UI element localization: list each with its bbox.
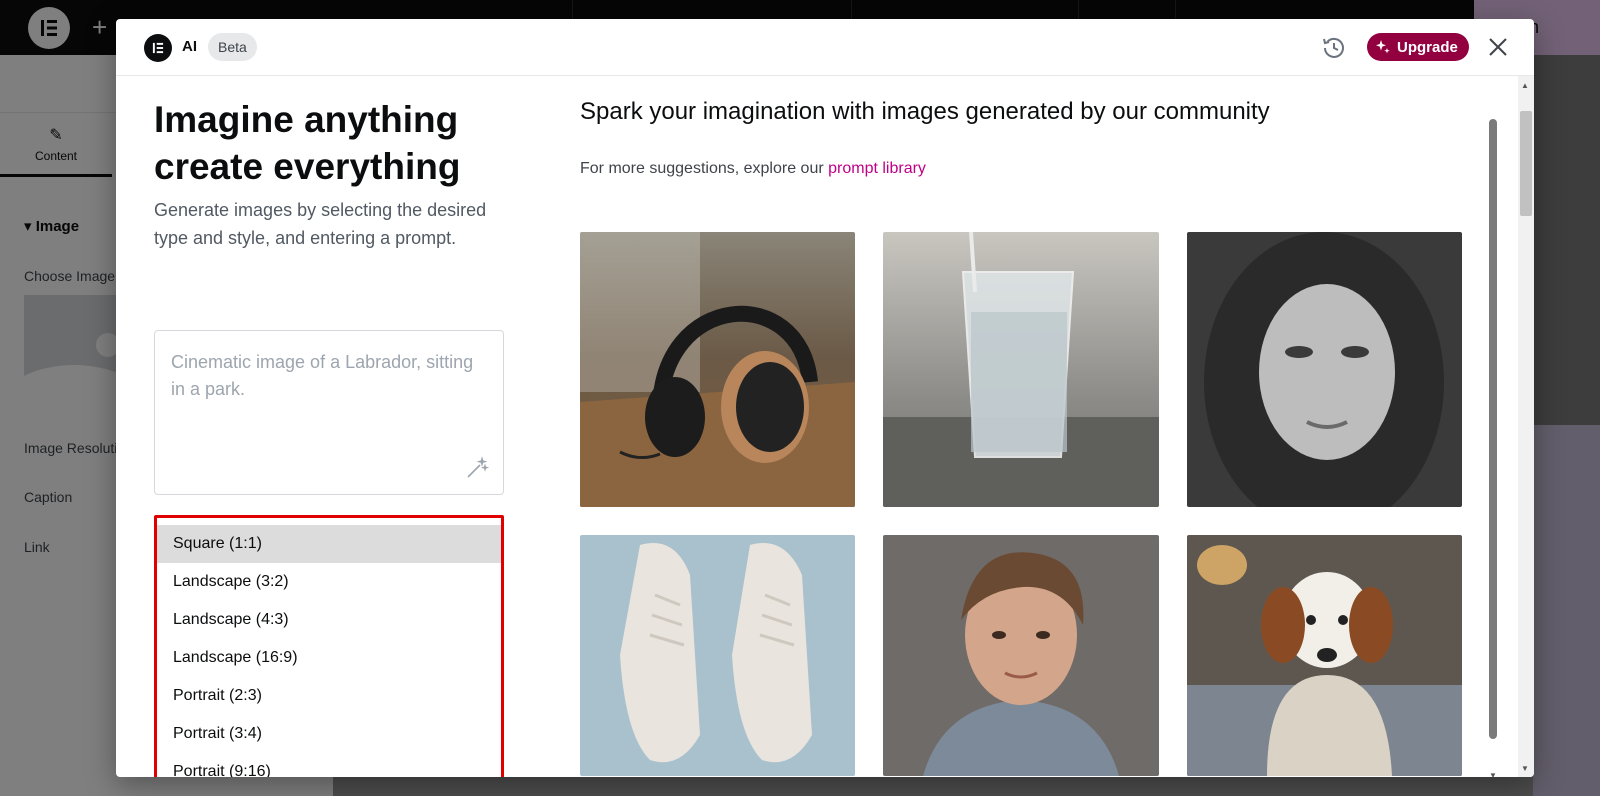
scroll-down-icon[interactable]: ▼ — [1521, 764, 1529, 773]
aspect-ratio-dropdown: Square (1:1) Landscape (3:2) Landscape (… — [154, 515, 504, 777]
upgrade-button[interactable]: Upgrade — [1367, 33, 1469, 61]
beta-badge: Beta — [208, 33, 257, 61]
aspect-ratio-option[interactable]: Square (1:1) — [157, 525, 501, 563]
community-gallery: Spark your imagination with images gener… — [580, 76, 1480, 776]
gallery-scrollbar[interactable]: ▼ — [1487, 119, 1499, 777]
gallery-image-water-glass[interactable] — [883, 232, 1159, 507]
modal-brand: AI — [182, 38, 197, 55]
aspect-ratio-option[interactable]: Portrait (3:4) — [157, 715, 501, 753]
sparkle-icon — [1376, 40, 1390, 54]
elementor-logo — [144, 34, 172, 62]
prompt-library-link[interactable]: prompt library — [828, 160, 926, 177]
aspect-ratio-option[interactable]: Landscape (16:9) — [157, 639, 501, 677]
prompt-panel: Imagine anything create everything Gener… — [154, 76, 514, 777]
modal-header: AI Beta Upgrade — [116, 19, 1534, 76]
gallery-title: Spark your imagination with images gener… — [580, 98, 1270, 125]
aspect-ratio-option[interactable]: Landscape (4:3) — [157, 601, 501, 639]
prompt-input[interactable] — [155, 331, 503, 494]
ai-image-modal: AI Beta Upgrade Imagine anything create … — [116, 19, 1534, 777]
modal-scrollbar[interactable]: ▲ ▼ — [1501, 76, 1534, 777]
gallery-image-dog[interactable] — [1187, 535, 1462, 776]
history-icon[interactable] — [1321, 35, 1347, 61]
aspect-ratio-option[interactable]: Landscape (3:2) — [157, 563, 501, 601]
gallery-image-woman-portrait[interactable] — [1187, 232, 1462, 507]
page-description: Generate images by selecting the desired… — [154, 200, 487, 248]
gallery-subtitle: For more suggestions, explore our prompt… — [580, 160, 926, 177]
gallery-image-sneakers[interactable] — [580, 535, 855, 776]
prompt-field[interactable] — [154, 330, 504, 495]
gallery-image-teen-boy[interactable] — [883, 535, 1159, 776]
page-title: Imagine anything create everything — [154, 99, 461, 187]
gallery-image-headphones[interactable] — [580, 232, 855, 507]
scrollbar-thumb[interactable] — [1520, 111, 1532, 216]
gallery-scrollbar-thumb[interactable] — [1489, 119, 1497, 739]
aspect-ratio-option[interactable]: Portrait (2:3) — [157, 677, 501, 715]
scroll-down-icon[interactable]: ▼ — [1489, 771, 1497, 777]
magic-wand-icon[interactable] — [465, 456, 489, 480]
aspect-ratio-option[interactable]: Portrait (9:16) — [157, 753, 501, 777]
close-icon[interactable] — [1486, 35, 1510, 59]
upgrade-label: Upgrade — [1397, 38, 1458, 56]
scroll-up-icon[interactable]: ▲ — [1521, 81, 1529, 90]
